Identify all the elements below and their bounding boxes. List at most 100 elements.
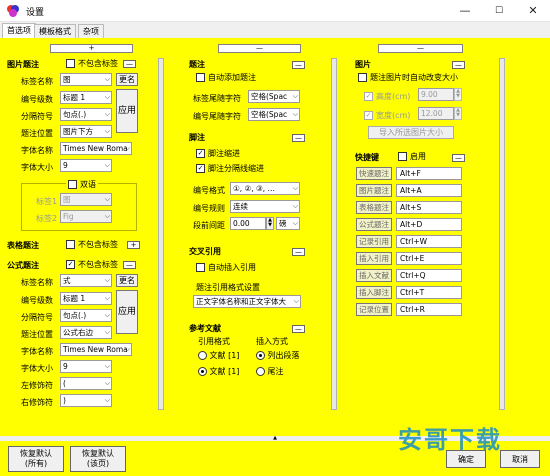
label1-select[interactable]: 图 ⌵ bbox=[60, 193, 112, 206]
label2-select[interactable]: Fig ⌵ bbox=[60, 210, 112, 223]
caption-collapse[interactable]: — bbox=[292, 61, 305, 69]
cite-opt-bracket[interactable]: 文献 [1] bbox=[198, 350, 239, 361]
tab-template-format[interactable]: 模板格式 bbox=[34, 24, 76, 38]
image-exclude-tag[interactable]: 不包含标签 bbox=[66, 58, 118, 69]
formula-exclude-tag[interactable]: ✓ 不包含标签 bbox=[66, 259, 118, 270]
footnote-indent[interactable]: ✓ 脚注缩进 bbox=[196, 148, 240, 159]
minimize-button[interactable]: — bbox=[448, 0, 482, 22]
ok-button[interactable]: 确定 bbox=[446, 450, 486, 468]
unit-select[interactable]: 磅 ⌵ bbox=[276, 217, 300, 230]
chevron-down-icon: ⌵ bbox=[104, 396, 110, 404]
height-toggle[interactable]: ✓ 高度(cm) bbox=[364, 91, 410, 102]
ref-format-select[interactable]: 正文字体名称和正文字体大 ⌵ bbox=[193, 295, 301, 308]
f-position-select[interactable]: 公式右边 ⌵ bbox=[60, 326, 112, 339]
left-scrollbar[interactable] bbox=[158, 58, 164, 410]
bilingual-toggle[interactable]: 双语 bbox=[66, 179, 98, 190]
hotkey-field[interactable]: Alt+D bbox=[396, 218, 462, 231]
level-select[interactable]: 标题 1 ⌵ bbox=[60, 91, 112, 104]
hotkeys-enable[interactable]: 启用 bbox=[398, 151, 426, 162]
separator-select[interactable]: 句点(.) ⌵ bbox=[60, 108, 112, 121]
checkbox-icon[interactable]: ✓ bbox=[196, 164, 205, 173]
hotkeys-collapse[interactable]: — bbox=[452, 154, 465, 162]
checkbox-icon[interactable] bbox=[398, 152, 407, 161]
num-tail-select[interactable]: 空格(Spac ⌵ bbox=[248, 108, 300, 121]
maximize-button[interactable]: ☐ bbox=[482, 0, 516, 22]
image-collapse[interactable]: — bbox=[452, 61, 465, 69]
mid-scrollbar[interactable] bbox=[331, 58, 337, 410]
width-input[interactable]: 12.00 bbox=[418, 107, 454, 120]
image-caption-collapse[interactable]: — bbox=[123, 60, 136, 68]
hotkey-field[interactable]: Ctrl+R bbox=[396, 303, 462, 316]
checkbox-icon[interactable]: ✓ bbox=[196, 149, 205, 158]
formula-caption-collapse[interactable]: — bbox=[123, 261, 136, 269]
checkbox-icon[interactable] bbox=[66, 240, 75, 249]
label-name-select[interactable]: 图 ⌵ bbox=[60, 73, 112, 86]
rename-button[interactable]: 更名 bbox=[116, 73, 138, 86]
radio-icon[interactable] bbox=[256, 367, 265, 376]
checkbox-icon[interactable] bbox=[68, 180, 77, 189]
checkbox-icon[interactable] bbox=[196, 73, 205, 82]
f-label-name-select[interactable]: 式 ⌵ bbox=[60, 274, 112, 287]
auto-insert-ref[interactable]: 自动插入引用 bbox=[196, 262, 256, 273]
hotkey-field[interactable]: Alt+F bbox=[396, 167, 462, 180]
position-select[interactable]: 图片下方 ⌵ bbox=[60, 125, 112, 138]
references-collapse[interactable]: — bbox=[292, 325, 305, 333]
hotkey-field[interactable]: Ctrl+W bbox=[396, 235, 462, 248]
import-size-button[interactable]: 导入所选图片大小 bbox=[368, 126, 454, 139]
insert-opt-paragraph[interactable]: 列出段落 bbox=[256, 350, 300, 361]
right-scrollbar[interactable] bbox=[499, 58, 505, 410]
checkbox-icon[interactable] bbox=[196, 263, 205, 272]
reset-page-button[interactable]: 恢复默认 (该页) bbox=[70, 446, 126, 472]
checkbox-icon[interactable]: ✓ bbox=[364, 111, 373, 120]
font-size-select[interactable]: 9 ⌵ bbox=[60, 159, 112, 172]
checkbox-icon[interactable]: ✓ bbox=[66, 260, 75, 269]
height-spinner[interactable]: ▲ ▼ bbox=[454, 88, 462, 101]
left-expand-bar[interactable]: + bbox=[50, 44, 133, 53]
width-toggle[interactable]: ✓ 宽度(cm) bbox=[364, 110, 410, 121]
hotkey-field[interactable]: Alt+A bbox=[396, 184, 462, 197]
num-rule-select[interactable]: 连续 ⌵ bbox=[230, 200, 300, 213]
f-level-select[interactable]: 标题 1 ⌵ bbox=[60, 292, 112, 305]
cite-opt-superscript[interactable]: 文献 [1] bbox=[198, 366, 239, 377]
para-spacing-spinner[interactable]: ▲ ▼ bbox=[266, 217, 274, 230]
tab-misc[interactable]: 杂项 bbox=[78, 24, 104, 38]
width-spinner[interactable]: ▲ ▼ bbox=[454, 107, 462, 120]
table-caption-expand[interactable]: + bbox=[127, 241, 140, 249]
left-modifier-select[interactable]: (⌵ bbox=[60, 377, 112, 390]
para-spacing-input[interactable]: 0.00 bbox=[230, 217, 266, 230]
reset-all-button[interactable]: 恢复默认 (所有) bbox=[8, 446, 64, 472]
f-font-name-select[interactable]: Times New Roma ⌵ bbox=[60, 343, 132, 356]
apply-button[interactable]: 应用 bbox=[116, 89, 138, 133]
hotkey-field[interactable]: Alt+S bbox=[396, 201, 462, 214]
height-input[interactable]: 9.00 bbox=[418, 88, 454, 101]
footnote-sep-indent[interactable]: ✓ 脚注分隔线缩进 bbox=[196, 163, 264, 174]
right-collapse-bar[interactable]: — bbox=[378, 44, 463, 53]
font-name-select[interactable]: Times New Roma ⌵ bbox=[60, 142, 132, 155]
auto-add-caption[interactable]: 自动添加题注 bbox=[196, 72, 256, 83]
footnote-collapse[interactable]: — bbox=[292, 134, 305, 142]
mid-collapse-bar[interactable]: — bbox=[218, 44, 301, 53]
right-modifier-select[interactable]: ) ⌵ bbox=[60, 394, 112, 407]
checkbox-icon[interactable]: ✓ bbox=[364, 92, 373, 101]
tab-preferences[interactable]: 首选项 bbox=[2, 23, 36, 38]
checkbox-icon[interactable] bbox=[358, 73, 367, 82]
table-exclude-tag[interactable]: 不包含标签 bbox=[66, 239, 118, 250]
radio-icon[interactable] bbox=[198, 351, 207, 360]
hotkey-field[interactable]: Ctrl+Q bbox=[396, 269, 462, 282]
f-font-size-select[interactable]: 9 ⌵ bbox=[60, 360, 112, 373]
crossref-collapse[interactable]: — bbox=[292, 248, 305, 256]
hotkey-field[interactable]: Ctrl+T bbox=[396, 286, 462, 299]
num-format-select[interactable]: ①, ②, ③, … ⌵ bbox=[230, 182, 300, 195]
cancel-button[interactable]: 取消 bbox=[500, 450, 540, 468]
tail-char-select[interactable]: 空格(Spac ⌵ bbox=[248, 90, 300, 103]
f-separator-select[interactable]: 句点(.) ⌵ bbox=[60, 309, 112, 322]
auto-resize-image[interactable]: 题注图片时自动改变大小 bbox=[358, 72, 458, 83]
close-button[interactable]: ✕ bbox=[516, 0, 550, 22]
f-rename-button[interactable]: 更名 bbox=[116, 274, 138, 287]
insert-opt-endnote[interactable]: 尾注 bbox=[256, 366, 284, 377]
hotkey-field[interactable]: Ctrl+E bbox=[396, 252, 462, 265]
radio-icon[interactable] bbox=[256, 351, 265, 360]
checkbox-icon[interactable] bbox=[66, 59, 75, 68]
f-apply-button[interactable]: 应用 bbox=[116, 290, 138, 334]
radio-icon[interactable] bbox=[198, 367, 207, 376]
